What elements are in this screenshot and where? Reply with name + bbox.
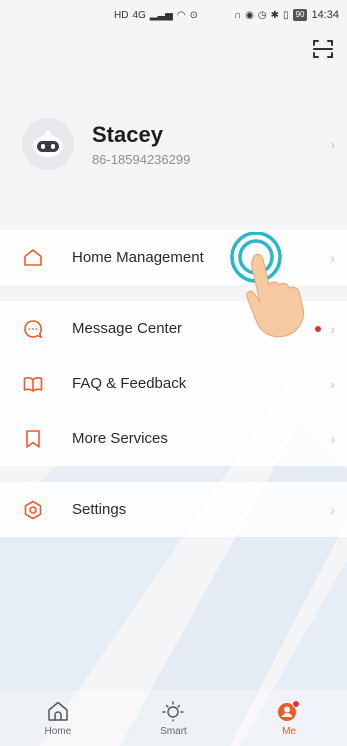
network-4g-icon: 4G	[132, 9, 146, 21]
settings-hexagon-icon	[22, 499, 44, 521]
status-left: HD 4G ▂▃▅ ◠ ⊙	[114, 10, 198, 21]
avatar	[22, 118, 74, 170]
menu-label: Home Management	[72, 249, 204, 266]
hd-icon: HD	[114, 9, 129, 21]
robot-avatar-icon	[33, 130, 63, 157]
tab-me[interactable]: Me	[249, 700, 329, 737]
menu-group-settings: Settings ›	[0, 482, 347, 537]
chevron-right-icon: ›	[330, 136, 335, 152]
chevron-right-icon: ›	[330, 430, 335, 447]
profile-card[interactable]: Stacey 86-18594236299 ›	[0, 74, 347, 214]
chat-bubble-icon	[22, 318, 44, 340]
chevron-right-icon: ›	[330, 375, 335, 392]
status-time: 14:34	[311, 9, 339, 21]
menu-item-message-center[interactable]: Message Center ›	[0, 301, 347, 356]
profile-name: Stacey	[92, 121, 163, 147]
tab-label: Me	[282, 726, 297, 737]
sun-icon	[162, 701, 185, 722]
home-icon	[48, 701, 68, 721]
menu-item-faq-feedback[interactable]: FAQ & Feedback ›	[0, 356, 347, 411]
signal-icon: ▂▃▅	[149, 9, 173, 21]
menu-group-home: Home Management ›	[0, 230, 347, 285]
tab-smart[interactable]: Smart	[133, 700, 213, 737]
vibrate-icon: ▯	[283, 9, 289, 21]
wifi-icon: ◠	[176, 9, 186, 21]
menu-label: FAQ & Feedback	[72, 375, 187, 392]
chevron-right-icon: ›	[330, 501, 335, 518]
bottom-tab-bar: Home Smart Me	[0, 690, 347, 746]
status-right: ∩ ◉ ◷ ✱ ▯ 90 14:34	[234, 9, 339, 21]
house-icon	[22, 247, 44, 269]
menu-item-home-management[interactable]: Home Management ›	[0, 230, 347, 285]
menu-item-settings[interactable]: Settings ›	[0, 482, 347, 537]
unread-badge	[315, 325, 321, 332]
menu-label: Message Center	[72, 320, 183, 337]
menu-item-more-services[interactable]: More Services ›	[0, 411, 347, 466]
headset-icon: ∩	[234, 9, 242, 21]
menu-label: Settings	[72, 501, 127, 518]
location-icon: ⊙	[189, 9, 198, 21]
battery-icon: 90	[292, 9, 308, 21]
chevron-right-icon: ›	[330, 249, 335, 266]
scan-button[interactable]	[311, 37, 335, 61]
bookmark-icon	[22, 428, 44, 450]
bluetooth-icon: ✱	[270, 9, 280, 21]
profile-phone: 86-18594236299	[92, 151, 191, 167]
eye-icon: ◉	[245, 9, 254, 21]
chevron-right-icon: ›	[330, 320, 335, 337]
menu-group-services: Message Center › FAQ & Feedback › More S…	[0, 301, 347, 466]
top-actions	[0, 30, 347, 74]
profile-icon	[278, 700, 301, 721]
scan-icon	[313, 40, 333, 58]
alarm-icon: ◷	[257, 9, 267, 21]
tab-home[interactable]: Home	[18, 700, 98, 737]
menu-label: More Services	[72, 430, 168, 447]
book-icon	[22, 373, 44, 395]
tab-label: Smart	[160, 726, 187, 737]
tab-label: Home	[44, 726, 72, 737]
status-bar: HD 4G ▂▃▅ ◠ ⊙ ∩ ◉ ◷ ✱ ▯ 90 14:34	[0, 0, 347, 30]
